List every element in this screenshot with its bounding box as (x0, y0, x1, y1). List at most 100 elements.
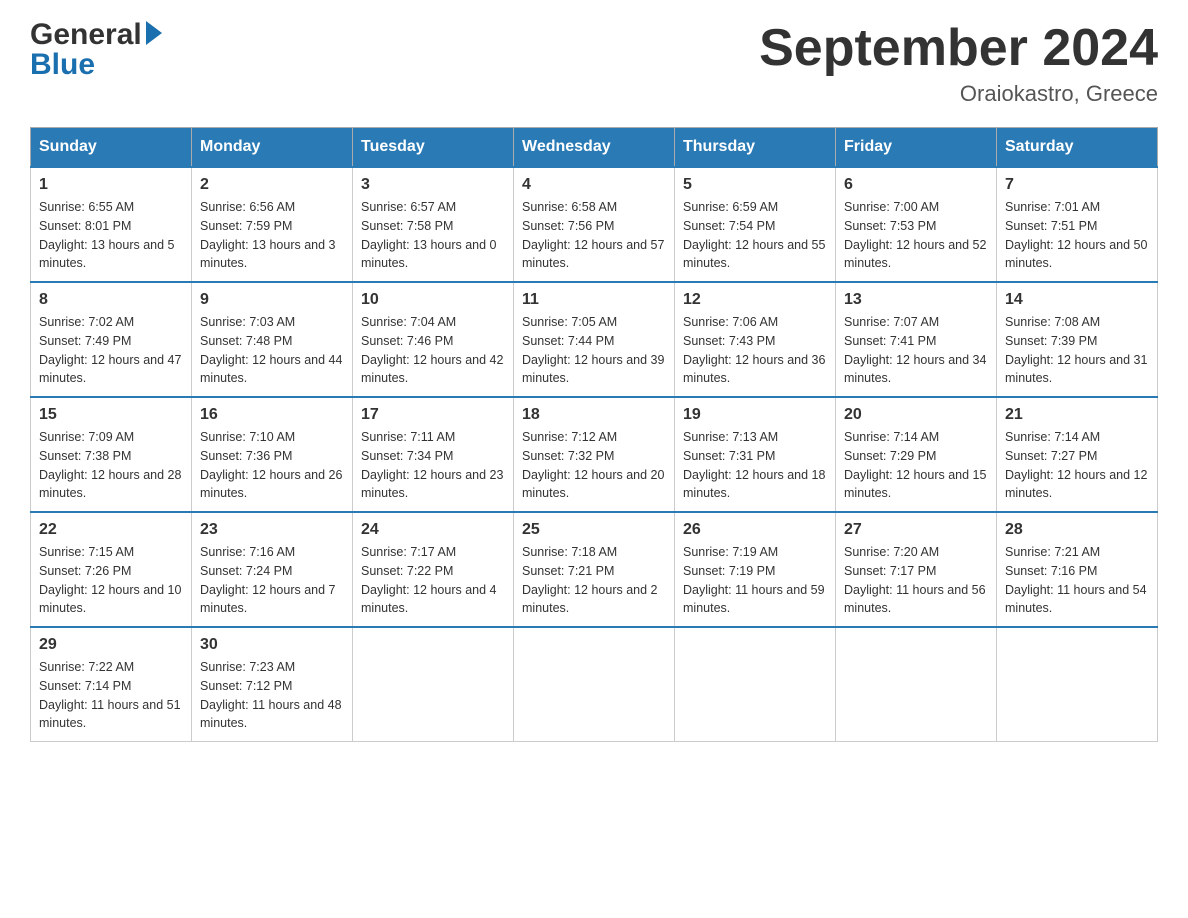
day-number: 25 (522, 521, 666, 539)
header-monday: Monday (192, 128, 353, 168)
day-info: Sunrise: 7:21 AMSunset: 7:16 PMDaylight:… (1005, 543, 1149, 618)
day-info: Sunrise: 7:05 AMSunset: 7:44 PMDaylight:… (522, 313, 666, 388)
day-info: Sunrise: 7:19 AMSunset: 7:19 PMDaylight:… (683, 543, 827, 618)
day-number: 6 (844, 176, 988, 194)
calendar-cell: 21Sunrise: 7:14 AMSunset: 7:27 PMDayligh… (997, 397, 1158, 512)
day-info: Sunrise: 7:01 AMSunset: 7:51 PMDaylight:… (1005, 198, 1149, 273)
week-row-2: 8 Sunrise: 7:02 AMSunset: 7:49 PMDaylight… (31, 282, 1158, 397)
day-number: 26 (683, 521, 827, 539)
logo-arrow-icon (146, 21, 162, 45)
day-info: Sunrise: 7:13 AMSunset: 7:31 PMDaylight:… (683, 428, 827, 503)
day-info: Sunrise: 7:06 AMSunset: 7:43 PMDaylight:… (683, 313, 827, 388)
day-number: 19 (683, 406, 827, 424)
calendar-cell (353, 627, 514, 742)
day-number: 29 (39, 636, 183, 654)
calendar-cell (514, 627, 675, 742)
calendar-cell: 2Sunrise: 6:56 AMSunset: 7:59 PMDaylight… (192, 167, 353, 282)
calendar-cell: 10 Sunrise: 7:04 AMSunset: 7:46 PMDayligh… (353, 282, 514, 397)
calendar-cell: 20 Sunrise: 7:14 AMSunset: 7:29 PMDayligh… (836, 397, 997, 512)
calendar-cell: 17 Sunrise: 7:11 AMSunset: 7:34 PMDayligh… (353, 397, 514, 512)
logo-blue-text: Blue (30, 50, 95, 80)
day-number: 3 (361, 176, 505, 194)
calendar-cell: 23 Sunrise: 7:16 AMSunset: 7:24 PMDayligh… (192, 512, 353, 627)
day-number: 9 (200, 291, 344, 309)
logo-general-text: General (30, 20, 142, 50)
day-info: Sunrise: 7:11 AMSunset: 7:34 PMDaylight:… (361, 428, 505, 503)
calendar-header-row: SundayMondayTuesdayWednesdayThursdayFrid… (31, 128, 1158, 168)
calendar-cell (836, 627, 997, 742)
calendar-cell: 16 Sunrise: 7:10 AMSunset: 7:36 PMDayligh… (192, 397, 353, 512)
day-info: Sunrise: 6:58 AMSunset: 7:56 PMDaylight:… (522, 198, 666, 273)
day-number: 17 (361, 406, 505, 424)
day-number: 15 (39, 406, 183, 424)
calendar-cell: 14 Sunrise: 7:08 AMSunset: 7:39 PMDayligh… (997, 282, 1158, 397)
day-number: 27 (844, 521, 988, 539)
calendar-cell: 25 Sunrise: 7:18 AMSunset: 7:21 PMDayligh… (514, 512, 675, 627)
day-number: 4 (522, 176, 666, 194)
day-number: 7 (1005, 176, 1149, 194)
header-thursday: Thursday (675, 128, 836, 168)
calendar-cell: 4 Sunrise: 6:58 AMSunset: 7:56 PMDaylight… (514, 167, 675, 282)
day-info: Sunrise: 7:10 AMSunset: 7:36 PMDaylight:… (200, 428, 344, 503)
day-info: Sunrise: 7:12 AMSunset: 7:32 PMDaylight:… (522, 428, 666, 503)
day-info: Sunrise: 7:18 AMSunset: 7:21 PMDaylight:… (522, 543, 666, 618)
calendar-cell: 27Sunrise: 7:20 AMSunset: 7:17 PMDayligh… (836, 512, 997, 627)
day-number: 23 (200, 521, 344, 539)
day-info: Sunrise: 7:00 AMSunset: 7:53 PMDaylight:… (844, 198, 988, 273)
day-number: 2 (200, 176, 344, 194)
calendar-cell: 6 Sunrise: 7:00 AMSunset: 7:53 PMDaylight… (836, 167, 997, 282)
day-info: Sunrise: 7:09 AMSunset: 7:38 PMDaylight:… (39, 428, 183, 503)
calendar-cell: 19 Sunrise: 7:13 AMSunset: 7:31 PMDayligh… (675, 397, 836, 512)
day-number: 5 (683, 176, 827, 194)
calendar-cell: 28 Sunrise: 7:21 AMSunset: 7:16 PMDayligh… (997, 512, 1158, 627)
day-number: 30 (200, 636, 344, 654)
day-info: Sunrise: 7:04 AMSunset: 7:46 PMDaylight:… (361, 313, 505, 388)
day-info: Sunrise: 6:55 AMSunset: 8:01 PMDaylight:… (39, 198, 183, 273)
calendar-cell: 24Sunrise: 7:17 AMSunset: 7:22 PMDayligh… (353, 512, 514, 627)
header-sunday: Sunday (31, 128, 192, 168)
day-info: Sunrise: 6:59 AMSunset: 7:54 PMDaylight:… (683, 198, 827, 273)
title-area: September 2024 Oraiokastro, Greece (759, 20, 1158, 107)
day-info: Sunrise: 7:16 AMSunset: 7:24 PMDaylight:… (200, 543, 344, 618)
day-number: 18 (522, 406, 666, 424)
day-number: 10 (361, 291, 505, 309)
day-info: Sunrise: 7:23 AMSunset: 7:12 PMDaylight:… (200, 658, 344, 733)
week-row-3: 15 Sunrise: 7:09 AMSunset: 7:38 PMDayligh… (31, 397, 1158, 512)
calendar-cell: 26 Sunrise: 7:19 AMSunset: 7:19 PMDayligh… (675, 512, 836, 627)
day-info: Sunrise: 7:08 AMSunset: 7:39 PMDaylight:… (1005, 313, 1149, 388)
calendar-cell: 18 Sunrise: 7:12 AMSunset: 7:32 PMDayligh… (514, 397, 675, 512)
day-info: Sunrise: 7:02 AMSunset: 7:49 PMDaylight:… (39, 313, 183, 388)
day-info: Sunrise: 7:22 AMSunset: 7:14 PMDaylight:… (39, 658, 183, 733)
calendar-cell: 8 Sunrise: 7:02 AMSunset: 7:49 PMDaylight… (31, 282, 192, 397)
calendar-cell: 9 Sunrise: 7:03 AMSunset: 7:48 PMDaylight… (192, 282, 353, 397)
day-info: Sunrise: 7:15 AMSunset: 7:26 PMDaylight:… (39, 543, 183, 618)
calendar-cell: 30 Sunrise: 7:23 AMSunset: 7:12 PMDayligh… (192, 627, 353, 742)
day-number: 21 (1005, 406, 1149, 424)
day-number: 28 (1005, 521, 1149, 539)
day-number: 1 (39, 176, 183, 194)
week-row-5: 29 Sunrise: 7:22 AMSunset: 7:14 PMDayligh… (31, 627, 1158, 742)
day-info: Sunrise: 7:07 AMSunset: 7:41 PMDaylight:… (844, 313, 988, 388)
location-title: Oraiokastro, Greece (759, 81, 1158, 107)
calendar-cell: 12Sunrise: 7:06 AMSunset: 7:43 PMDayligh… (675, 282, 836, 397)
day-number: 14 (1005, 291, 1149, 309)
header-wednesday: Wednesday (514, 128, 675, 168)
day-info: Sunrise: 7:14 AMSunset: 7:29 PMDaylight:… (844, 428, 988, 503)
calendar-cell: 22Sunrise: 7:15 AMSunset: 7:26 PMDayligh… (31, 512, 192, 627)
calendar-cell (997, 627, 1158, 742)
calendar-table: SundayMondayTuesdayWednesdayThursdayFrid… (30, 127, 1158, 742)
calendar-cell: 1 Sunrise: 6:55 AMSunset: 8:01 PMDaylight… (31, 167, 192, 282)
calendar-cell: 3 Sunrise: 6:57 AMSunset: 7:58 PMDaylight… (353, 167, 514, 282)
day-info: Sunrise: 6:57 AMSunset: 7:58 PMDaylight:… (361, 198, 505, 273)
week-row-1: 1 Sunrise: 6:55 AMSunset: 8:01 PMDaylight… (31, 167, 1158, 282)
day-number: 8 (39, 291, 183, 309)
calendar-cell: 13Sunrise: 7:07 AMSunset: 7:41 PMDayligh… (836, 282, 997, 397)
header-saturday: Saturday (997, 128, 1158, 168)
week-row-4: 22Sunrise: 7:15 AMSunset: 7:26 PMDayligh… (31, 512, 1158, 627)
day-number: 16 (200, 406, 344, 424)
month-title: September 2024 (759, 20, 1158, 77)
day-info: Sunrise: 7:03 AMSunset: 7:48 PMDaylight:… (200, 313, 344, 388)
day-number: 20 (844, 406, 988, 424)
header-friday: Friday (836, 128, 997, 168)
calendar-cell: 7 Sunrise: 7:01 AMSunset: 7:51 PMDaylight… (997, 167, 1158, 282)
